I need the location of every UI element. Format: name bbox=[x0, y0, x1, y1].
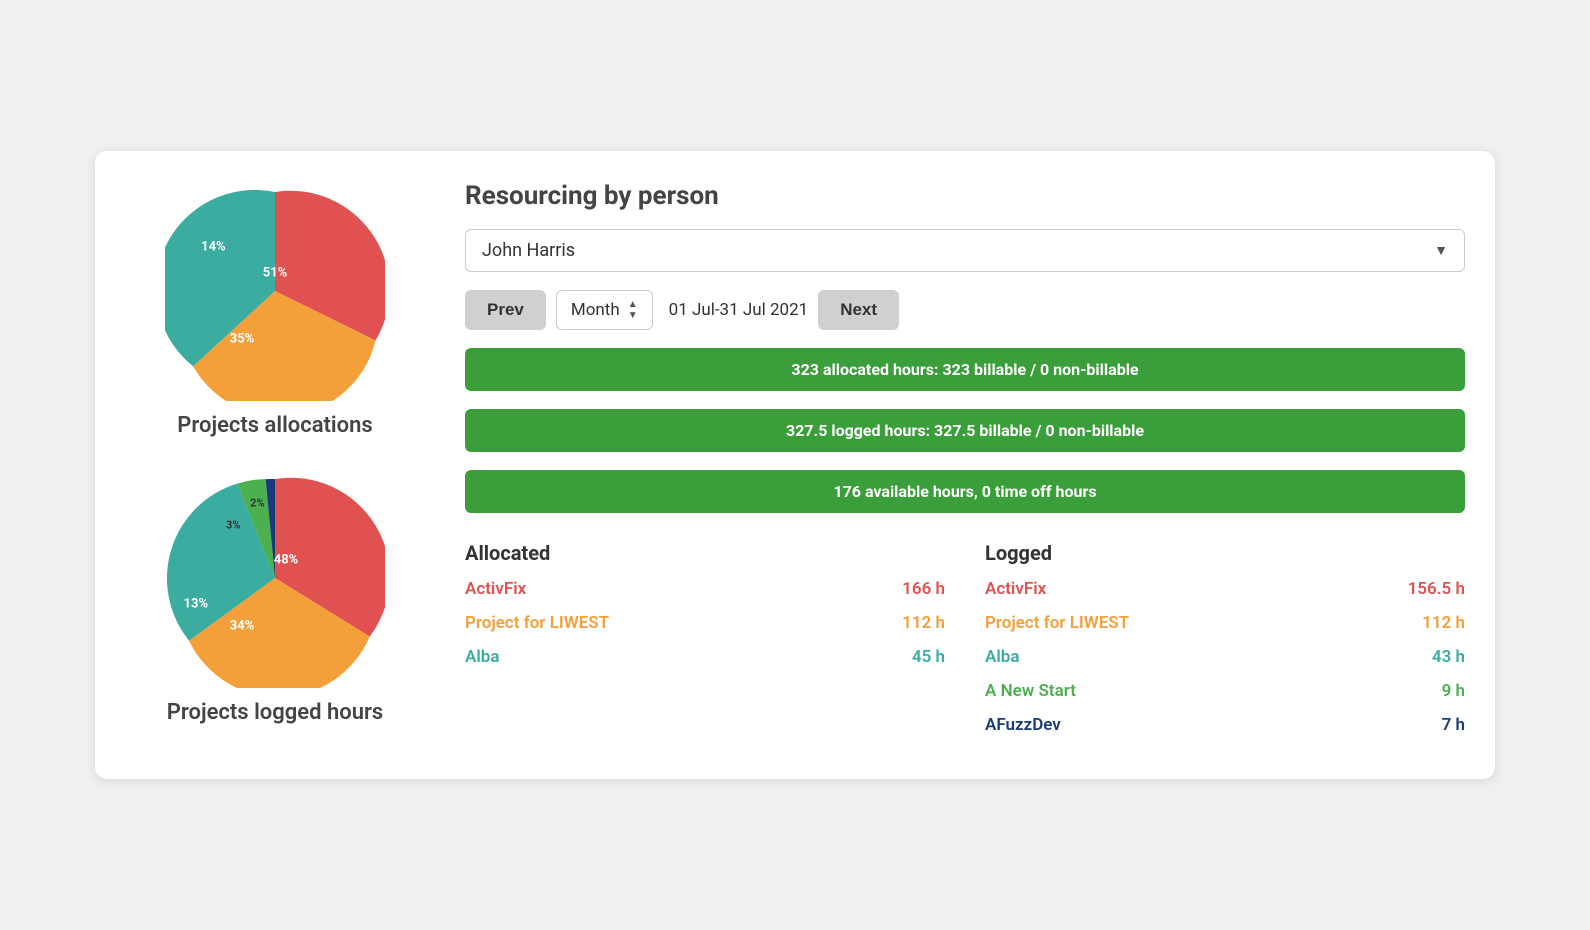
period-selector[interactable]: Month ▲▼ bbox=[556, 290, 653, 330]
project-name-alba-logged: Alba bbox=[985, 647, 1019, 667]
allocated-hours-bar: 323 allocated hours: 323 billable / 0 no… bbox=[465, 348, 1465, 391]
list-item: A New Start 9 h bbox=[985, 681, 1465, 701]
list-item: Alba 45 h bbox=[465, 647, 945, 667]
project-name-alba-alloc: Alba bbox=[465, 647, 499, 667]
project-name-liwest-alloc: Project for LIWEST bbox=[465, 613, 609, 633]
project-name-activfix-alloc: ActivFix bbox=[465, 579, 526, 599]
logged-hours-bar: 327.5 logged hours: 327.5 billable / 0 n… bbox=[465, 409, 1465, 452]
period-arrows-icon: ▲▼ bbox=[628, 299, 638, 321]
list-item: Project for LIWEST 112 h bbox=[465, 613, 945, 633]
project-name-newstart-logged: A New Start bbox=[985, 681, 1076, 701]
project-hours-activfix-logged: 156.5 h bbox=[1408, 579, 1465, 599]
list-item: ActivFix 156.5 h bbox=[985, 579, 1465, 599]
list-item: AFuzzDev 7 h bbox=[985, 715, 1465, 735]
prev-button[interactable]: Prev bbox=[465, 290, 546, 330]
navigation-bar: Prev Month ▲▼ 01 Jul-31 Jul 2021 Next bbox=[465, 290, 1465, 330]
allocations-chart-title: Projects allocations bbox=[177, 413, 372, 438]
allocated-column: Allocated ActivFix 166 h Project for LIW… bbox=[465, 541, 945, 749]
project-hours-alba-logged: 43 h bbox=[1432, 647, 1465, 667]
project-name-liwest-logged: Project for LIWEST bbox=[985, 613, 1129, 633]
project-hours-alba-alloc: 45 h bbox=[912, 647, 945, 667]
date-range-label: 01 Jul-31 Jul 2021 bbox=[669, 300, 809, 320]
list-item: Project for LIWEST 112 h bbox=[985, 613, 1465, 633]
project-hours-activfix-alloc: 166 h bbox=[902, 579, 945, 599]
logged-pie-svg bbox=[165, 468, 385, 688]
allocated-col-header: Allocated bbox=[465, 541, 945, 565]
logged-pie: 48% 34% 13% 3% 2% bbox=[165, 468, 385, 688]
list-item: Alba 43 h bbox=[985, 647, 1465, 667]
allocations-pie: 51% 35% 14% bbox=[165, 181, 385, 401]
left-panel: 51% 35% 14% Projects allocations bbox=[125, 181, 425, 749]
allocations-chart-container: 51% 35% 14% Projects allocations bbox=[165, 181, 385, 438]
list-item: ActivFix 166 h bbox=[465, 579, 945, 599]
logged-column: Logged ActivFix 156.5 h Project for LIWE… bbox=[985, 541, 1465, 749]
allocations-pie-svg bbox=[165, 181, 385, 401]
project-hours-liwest-alloc: 112 h bbox=[902, 613, 945, 633]
person-name: John Harris bbox=[482, 240, 575, 261]
dropdown-arrow-icon: ▼ bbox=[1434, 242, 1448, 259]
logged-chart-title: Projects logged hours bbox=[167, 700, 383, 725]
project-name-activfix-logged: ActivFix bbox=[985, 579, 1046, 599]
logged-col-header: Logged bbox=[985, 541, 1465, 565]
project-name-afuzz-logged: AFuzzDev bbox=[985, 715, 1061, 735]
available-hours-bar: 176 available hours, 0 time off hours bbox=[465, 470, 1465, 513]
page-title: Resourcing by person bbox=[465, 181, 1465, 211]
main-card: 51% 35% 14% Projects allocations bbox=[95, 151, 1495, 779]
period-label: Month bbox=[571, 300, 620, 320]
logged-chart-container: 48% 34% 13% 3% 2% Projects logged hours bbox=[165, 468, 385, 725]
right-panel: Resourcing by person John Harris ▼ Prev … bbox=[465, 181, 1465, 749]
person-selector[interactable]: John Harris ▼ bbox=[465, 229, 1465, 272]
project-hours-newstart-logged: 9 h bbox=[1442, 681, 1465, 701]
projects-table: Allocated ActivFix 166 h Project for LIW… bbox=[465, 541, 1465, 749]
project-hours-afuzz-logged: 7 h bbox=[1442, 715, 1465, 735]
project-hours-liwest-logged: 112 h bbox=[1422, 613, 1465, 633]
next-button[interactable]: Next bbox=[818, 290, 899, 330]
